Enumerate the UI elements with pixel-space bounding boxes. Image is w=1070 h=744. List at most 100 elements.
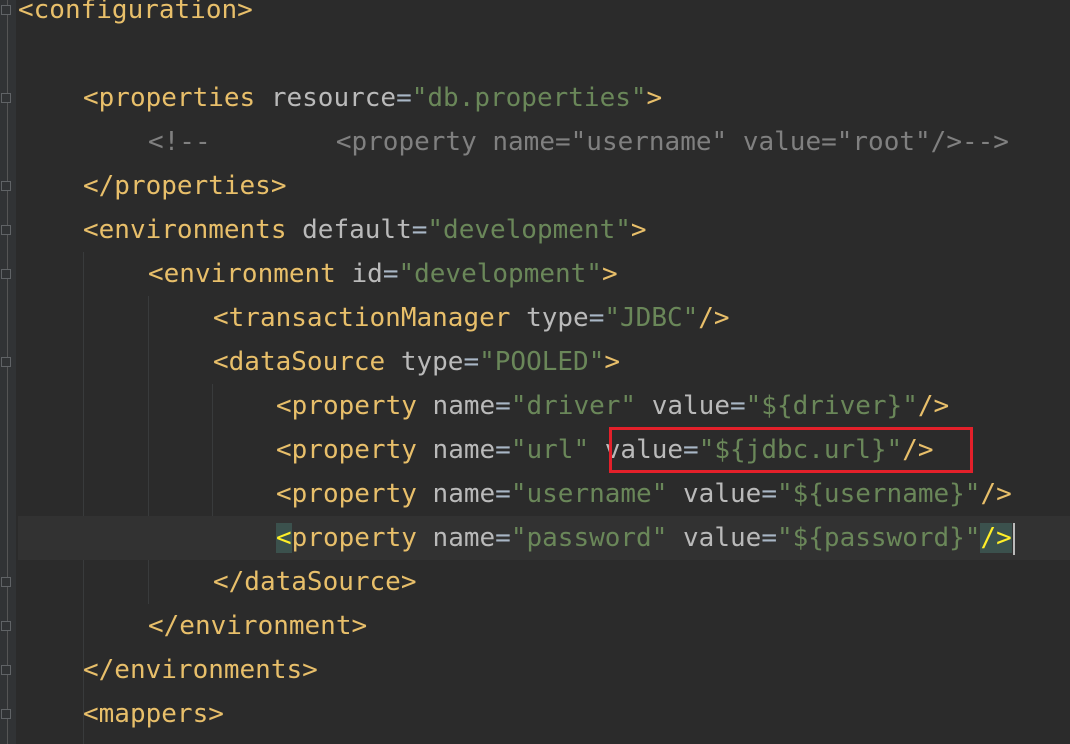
fold-environment-end-icon[interactable] — [1, 621, 11, 631]
code-token: </environment> — [148, 611, 368, 641]
code-token: = — [761, 479, 777, 509]
code-token: "development" — [427, 215, 631, 245]
code-token: <property — [276, 479, 417, 509]
code-line-property-url[interactable]: <property name="url" value="${jdbc.url}"… — [18, 428, 1070, 472]
code-token: "${password}" — [776, 523, 981, 553]
brace-match: < — [276, 523, 292, 553]
code-token: </dataSource> — [213, 567, 417, 597]
code-token: > — [601, 259, 618, 289]
code-token: = — [382, 259, 399, 289]
code-token: "username" — [510, 479, 668, 509]
code-token: /> — [902, 435, 934, 465]
code-token: <property — [276, 435, 417, 465]
code-token: = — [588, 303, 605, 333]
code-token: = — [761, 523, 777, 553]
code-token: > — [237, 0, 253, 25]
code-token: "driver" — [510, 391, 637, 421]
code-token: default — [302, 215, 412, 245]
code-line-property-driver[interactable]: <property name="driver" value="${driver}… — [18, 384, 1070, 428]
code-token: = — [411, 215, 428, 245]
code-token: name — [432, 435, 496, 465]
code-token: value — [651, 391, 730, 421]
fold-properties-icon[interactable] — [1, 93, 11, 103]
code-token: "development" — [398, 259, 602, 289]
code-line-environments-open[interactable]: <environments default="development"> — [18, 208, 1070, 252]
code-token: <environments — [83, 215, 287, 245]
code-token: property — [291, 523, 417, 553]
code-token: name — [432, 523, 496, 553]
code-token: /> — [917, 391, 950, 421]
fold-properties-end-icon[interactable] — [1, 181, 11, 191]
code-token: > — [604, 347, 621, 377]
code-line-datasource-open[interactable]: <dataSource type="POOLED"> — [18, 340, 1070, 384]
fold-gutter[interactable] — [0, 0, 16, 744]
fold-environment-icon[interactable] — [1, 269, 11, 279]
code-token: name — [432, 391, 496, 421]
code-line-transaction-manager[interactable]: <transactionManager type="JDBC"/> — [18, 296, 1070, 340]
code-token: <!-- <property name="username" value="ro… — [148, 127, 1009, 157]
code-line-environments-close[interactable]: </environments> — [18, 648, 1070, 692]
code-token: = — [495, 391, 511, 421]
code-token: name — [432, 479, 496, 509]
code-editor[interactable]: <configuration> <properties resource="db.… — [0, 0, 1070, 744]
code-token: <transactionManager — [213, 303, 511, 333]
text-caret — [1012, 522, 1015, 555]
code-token: <mappers> — [83, 699, 224, 729]
code-token: value — [683, 523, 762, 553]
gutter-rail — [7, 0, 8, 744]
code-line-property-username[interactable]: <property name="username" value="${usern… — [18, 472, 1070, 516]
code-token: <properties — [83, 83, 256, 113]
fold-datasource-icon[interactable] — [1, 357, 11, 367]
code-line-mappers-open[interactable]: <mappers> — [18, 692, 1070, 736]
code-token: </properties> — [83, 171, 287, 201]
fold-environments-icon[interactable] — [1, 225, 11, 235]
code-line-properties-open[interactable]: <properties resource="db.properties"> — [18, 76, 1070, 120]
code-token: = — [683, 435, 699, 465]
code-token: = — [495, 479, 511, 509]
code-token: <property — [276, 391, 417, 421]
fold-configuration-icon[interactable] — [1, 5, 11, 15]
code-token: <dataSource — [213, 347, 386, 377]
code-token: > — [646, 83, 663, 113]
code-line-datasource-close[interactable]: </dataSource> — [18, 560, 1070, 604]
code-token: value — [604, 435, 684, 465]
code-token: "db.properties" — [411, 83, 647, 113]
code-token: = — [463, 347, 480, 377]
code-token: "POOLED" — [479, 347, 605, 377]
code-token: "password" — [510, 523, 668, 553]
code-token: "${jdbc.url}" — [698, 435, 903, 465]
code-line-configuration-open[interactable]: <configuration> — [18, 0, 1070, 32]
code-token: = — [495, 435, 511, 465]
code-line-properties-close[interactable]: </properties> — [18, 164, 1070, 208]
code-line-property-password[interactable]: <property name="password" value="${passw… — [18, 516, 1070, 560]
code-token: /> — [980, 479, 1012, 509]
code-token: = — [495, 523, 511, 553]
code-token: = — [730, 391, 746, 421]
code-token: type — [400, 347, 464, 377]
code-token: /> — [698, 303, 730, 333]
code-line-blank[interactable] — [18, 32, 1070, 76]
fold-environments-end-icon[interactable] — [1, 665, 11, 675]
code-token: > — [630, 215, 647, 245]
code-token: type — [526, 303, 589, 333]
fold-datasource-end-icon[interactable] — [1, 577, 11, 587]
code-token: "${username}" — [776, 479, 981, 509]
code-token: id — [351, 259, 383, 289]
code-token: "JDBC" — [604, 303, 699, 333]
code-token: <configuration — [18, 0, 238, 25]
code-line-environment-close[interactable]: </environment> — [18, 604, 1070, 648]
code-line-comment[interactable]: <!-- <property name="username" value="ro… — [18, 120, 1070, 164]
code-token: "${driver}" — [745, 391, 918, 421]
fold-mappers-icon[interactable] — [1, 709, 11, 719]
code-line-environment-open[interactable]: <environment id="development"> — [18, 252, 1070, 296]
